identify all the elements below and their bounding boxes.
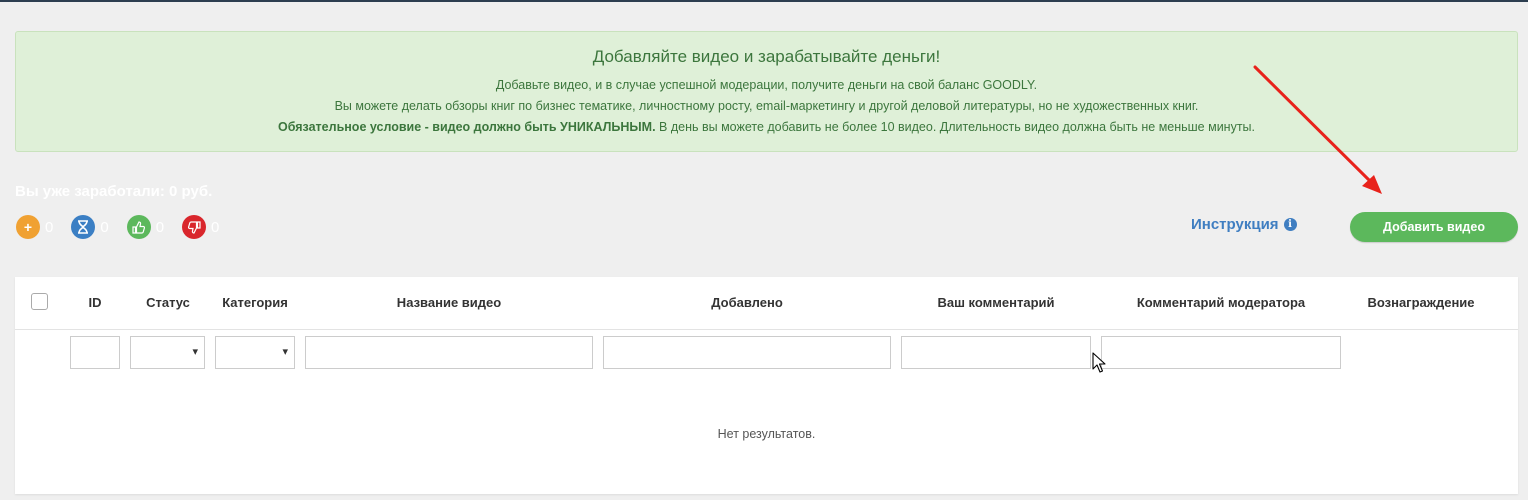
stat-count: 0: [45, 218, 54, 236]
table-header: ID Статус Категория Название видео Добав…: [15, 277, 1518, 330]
stat-pending-add[interactable]: + 0: [16, 215, 53, 239]
select-all-checkbox[interactable]: [31, 293, 48, 310]
filter-id-input[interactable]: [70, 336, 120, 369]
stat-count: 0: [211, 218, 220, 236]
filter-added-input[interactable]: [603, 336, 891, 369]
column-header-status[interactable]: Статус: [146, 295, 190, 310]
empty-results-text: Нет результатов.: [717, 427, 816, 441]
top-border: [0, 0, 1528, 2]
mouse-cursor-icon: [1092, 352, 1106, 373]
filter-your-comment-input[interactable]: [901, 336, 1091, 369]
instruction-link[interactable]: Инструкция i: [1191, 216, 1297, 233]
info-icon: i: [1283, 218, 1297, 231]
hourglass-icon: [71, 215, 96, 239]
notice-line-3-bold: Обязательное условие - видео должно быть…: [277, 120, 656, 134]
column-header-name[interactable]: Название видео: [397, 295, 501, 310]
stat-approved[interactable]: 0: [126, 215, 165, 239]
column-header-added[interactable]: Добавлено: [711, 295, 783, 310]
thumbs-down-icon: [182, 215, 207, 239]
column-header-id[interactable]: ID: [89, 295, 102, 310]
stat-rejected[interactable]: 0: [182, 215, 219, 239]
column-header-your-comment[interactable]: Ваш комментарий: [937, 295, 1054, 310]
earned-label: Вы уже заработали: 0 руб.: [15, 183, 213, 200]
filter-status-select[interactable]: [130, 336, 205, 369]
filter-moderator-comment-input[interactable]: [1101, 336, 1341, 369]
column-header-reward[interactable]: Вознаграждение: [1367, 295, 1474, 310]
notice-line-3-rest: В день вы можете добавить не более 10 ви…: [655, 120, 1256, 134]
videos-table-panel: ID Статус Категория Название видео Добав…: [15, 277, 1518, 494]
column-header-moderator-comment[interactable]: Комментарий модератора: [1137, 295, 1305, 310]
stat-count: 0: [100, 218, 109, 236]
add-video-button[interactable]: Добавить видео: [1350, 212, 1518, 242]
red-arrow-annotation: [1253, 65, 1382, 194]
plus-icon: +: [16, 215, 40, 239]
filter-category-select[interactable]: [215, 336, 295, 369]
filter-name-input[interactable]: [305, 336, 593, 369]
column-header-category[interactable]: Категория: [222, 295, 288, 310]
stat-count: 0: [155, 218, 165, 236]
instruction-label: Инструкция: [1191, 216, 1279, 233]
stat-moderation[interactable]: 0: [71, 215, 109, 239]
stats-bar: + 0 0 0 0: [16, 215, 237, 239]
thumbs-up-icon: [126, 215, 151, 239]
